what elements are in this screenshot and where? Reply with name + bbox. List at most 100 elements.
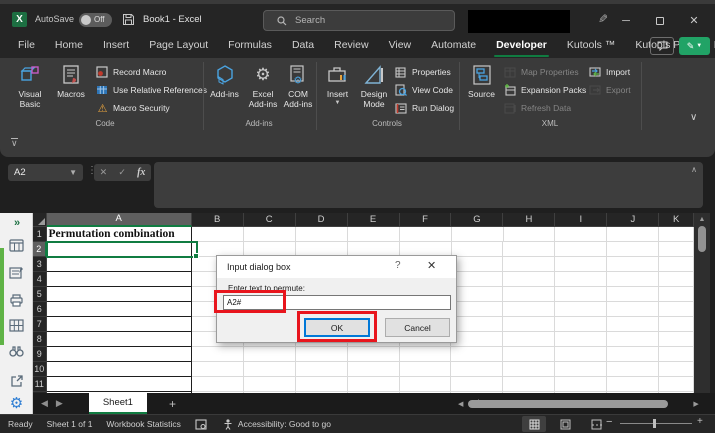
collapse-ribbon-icon[interactable]: ∨ xyxy=(11,138,18,147)
cell-j3[interactable] xyxy=(607,257,659,272)
cell-f1[interactable] xyxy=(400,227,452,242)
vertical-scrollbar[interactable]: ▲ xyxy=(694,213,710,393)
tab-view[interactable]: View xyxy=(379,33,422,58)
zoom-slider-thumb[interactable] xyxy=(653,419,656,428)
cell-a10[interactable] xyxy=(47,362,192,377)
tab-automate[interactable]: Automate xyxy=(421,33,486,58)
cell-j4[interactable] xyxy=(607,272,659,287)
column-header-j[interactable]: J xyxy=(607,213,659,227)
workbook-statistics-button[interactable]: Workbook Statistics xyxy=(106,419,180,429)
ok-button[interactable]: OK xyxy=(304,318,370,337)
tab-data[interactable]: Data xyxy=(282,33,324,58)
zoom-out-button[interactable]: − xyxy=(606,416,612,428)
cell-k5[interactable] xyxy=(659,287,694,302)
form-pane-icon[interactable] xyxy=(0,266,33,279)
cell-j5[interactable] xyxy=(607,287,659,302)
cell-h7[interactable] xyxy=(503,317,555,332)
cell-c11[interactable] xyxy=(244,377,296,392)
horizontal-scrollbar-track[interactable] xyxy=(466,400,690,408)
cell-i5[interactable] xyxy=(555,287,607,302)
column-header-b[interactable]: B xyxy=(192,213,244,227)
row-header-6[interactable]: 6 xyxy=(33,302,47,317)
cell-a5[interactable] xyxy=(47,287,192,302)
cell-h9[interactable] xyxy=(503,347,555,362)
normal-view-button[interactable] xyxy=(522,416,546,432)
record-macro-button[interactable]: Record Macro xyxy=(96,65,166,79)
scroll-left-icon[interactable]: ◀ xyxy=(455,400,466,408)
dialog-help-icon[interactable]: ? xyxy=(395,260,401,271)
macro-security-button[interactable]: ⚠ Macro Security xyxy=(96,101,170,115)
cell-a1[interactable]: Permutation combination xyxy=(47,227,192,242)
cell-j10[interactable] xyxy=(607,362,659,377)
tab-formulas[interactable]: Formulas xyxy=(218,33,282,58)
cell-h8[interactable] xyxy=(503,332,555,347)
next-sheet-icon[interactable]: ▶ xyxy=(56,398,71,409)
dialog-close-icon[interactable]: ✕ xyxy=(427,259,436,272)
excel-add-ins-button[interactable]: ⚙ Excel Add-ins xyxy=(246,62,280,110)
workbook-pane-icon[interactable] xyxy=(0,239,33,252)
cell-a11[interactable] xyxy=(47,377,192,392)
cell-f11[interactable] xyxy=(400,377,452,392)
cell-k8[interactable] xyxy=(659,332,694,347)
cell-i7[interactable] xyxy=(555,317,607,332)
cell-i11[interactable] xyxy=(555,377,607,392)
cell-a4[interactable] xyxy=(47,272,192,287)
column-header-g[interactable]: G xyxy=(451,213,503,227)
autosave-toggle[interactable]: Off xyxy=(79,13,112,27)
com-add-ins-button[interactable]: ⚙ COM Add-ins xyxy=(281,62,315,110)
cell-a6[interactable] xyxy=(47,302,192,317)
formula-bar-input[interactable]: ∧ xyxy=(154,162,703,208)
cell-c9[interactable] xyxy=(244,347,296,362)
cell-i2[interactable] xyxy=(555,242,607,257)
row-header-1[interactable]: 1 xyxy=(33,227,47,242)
cell-d9[interactable] xyxy=(296,347,348,362)
zoom-slider-track[interactable] xyxy=(620,423,692,424)
collapse-formula-bar-icon[interactable]: ∧ xyxy=(691,165,697,174)
cell-j8[interactable] xyxy=(607,332,659,347)
accessibility-status[interactable]: Accessibility: Good to go xyxy=(238,419,331,429)
cell-h2[interactable] xyxy=(503,242,555,257)
cell-j11[interactable] xyxy=(607,377,659,392)
save-icon[interactable] xyxy=(122,13,135,26)
cell-a8[interactable] xyxy=(47,332,192,347)
column-header-h[interactable]: H xyxy=(503,213,555,227)
cell-h1[interactable] xyxy=(504,227,556,242)
cell-g4[interactable] xyxy=(451,272,503,287)
insert-function-icon[interactable]: fx xyxy=(137,167,145,178)
tab-page-layout[interactable]: Page Layout xyxy=(139,33,218,58)
cell-i1[interactable] xyxy=(555,227,607,242)
cell-k11[interactable] xyxy=(659,377,694,392)
printer-icon[interactable] xyxy=(0,293,33,307)
cell-h10[interactable] xyxy=(503,362,555,377)
macros-button[interactable]: Macros xyxy=(53,62,89,100)
external-link-icon[interactable] xyxy=(0,374,33,388)
column-header-i[interactable]: I xyxy=(555,213,607,227)
cell-j9[interactable] xyxy=(607,347,659,362)
cell-g8[interactable] xyxy=(451,332,503,347)
binoculars-icon[interactable] xyxy=(0,345,33,357)
cell-i4[interactable] xyxy=(555,272,607,287)
cell-e10[interactable] xyxy=(348,362,400,377)
tab-developer[interactable]: Developer xyxy=(486,33,557,58)
cell-k1[interactable] xyxy=(659,227,694,242)
column-header-k[interactable]: K xyxy=(659,213,694,227)
insert-control-button[interactable]: Insert ▼ xyxy=(321,62,354,106)
cell-g7[interactable] xyxy=(451,317,503,332)
column-header-a[interactable]: A xyxy=(47,213,192,227)
row-header-11[interactable]: 11 xyxy=(33,377,47,392)
select-all-corner[interactable] xyxy=(33,213,47,227)
cell-b1[interactable] xyxy=(192,227,244,242)
cell-g10[interactable] xyxy=(451,362,503,377)
tab-file[interactable]: File xyxy=(8,33,45,58)
cell-c1[interactable] xyxy=(244,227,296,242)
cell-g1[interactable] xyxy=(452,227,504,242)
cell-d10[interactable] xyxy=(296,362,348,377)
cell-i10[interactable] xyxy=(555,362,607,377)
expand-pane-icon[interactable]: » xyxy=(0,217,33,229)
cell-a9[interactable] xyxy=(47,347,192,362)
name-box[interactable]: A2 ▼ xyxy=(8,164,83,181)
close-button[interactable]: ✕ xyxy=(680,8,708,33)
scroll-right-icon[interactable]: ▶ xyxy=(690,400,701,408)
cell-a3[interactable] xyxy=(47,257,192,272)
cancel-button[interactable]: Cancel xyxy=(385,318,450,337)
